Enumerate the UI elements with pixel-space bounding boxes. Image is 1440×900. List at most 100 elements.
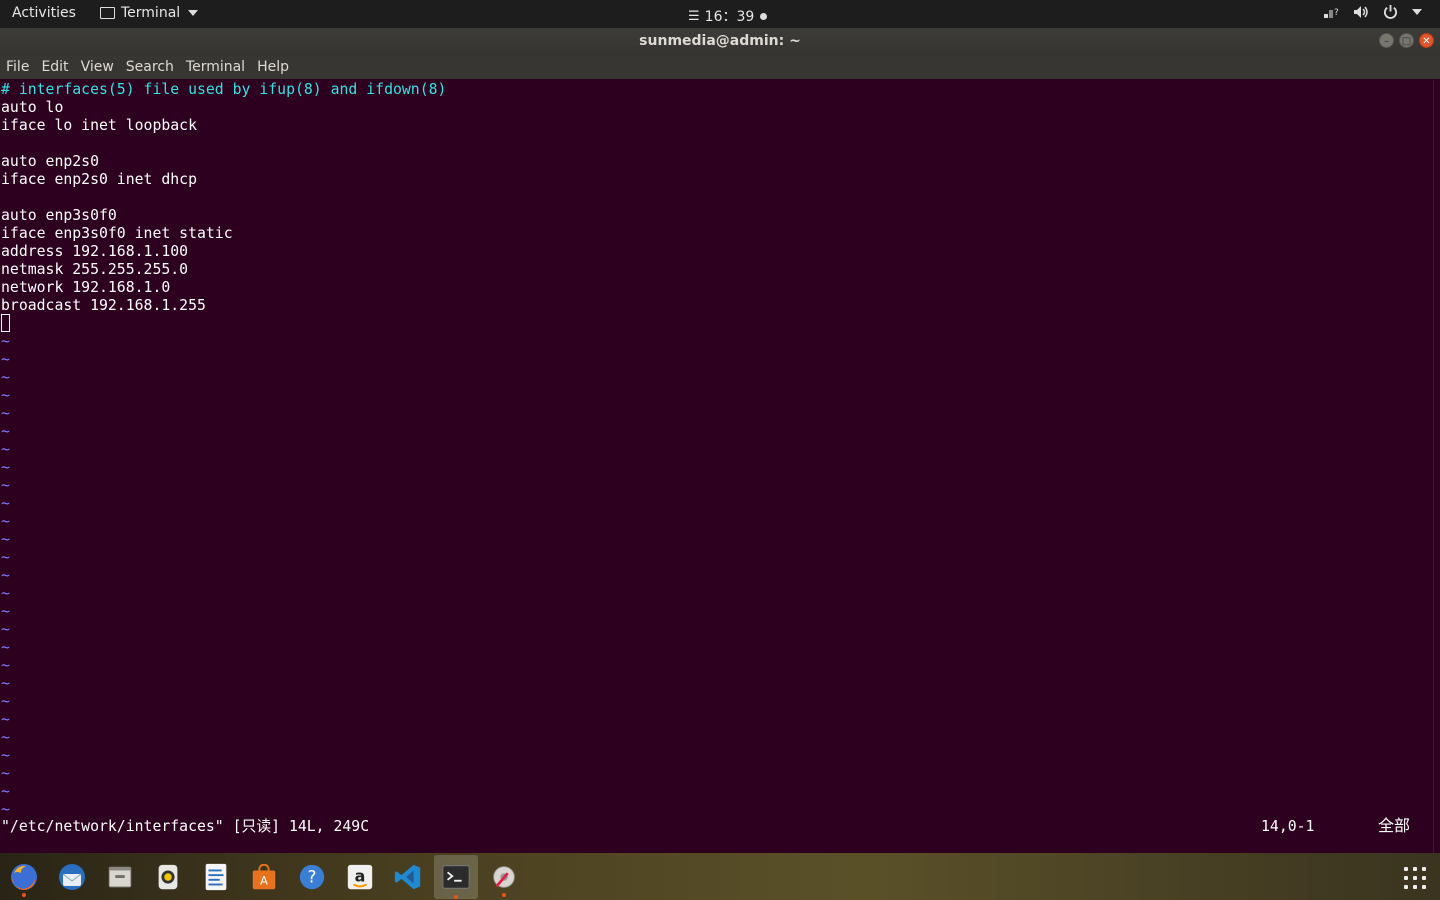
chevron-down-icon xyxy=(1412,8,1422,15)
text-cursor xyxy=(1,314,10,332)
editor-line: address 192.168.1.100 xyxy=(1,243,189,260)
dock-amazon[interactable]: a xyxy=(340,857,380,897)
empty-line-marker: ~ xyxy=(1,423,10,440)
terminal-scrollbar[interactable] xyxy=(1433,80,1440,853)
empty-line-marker: ~ xyxy=(1,783,10,800)
window-titlebar[interactable]: sunmedia@admin: ~ – □ ✕ xyxy=(0,28,1440,56)
dock-rhythmbox[interactable] xyxy=(148,857,188,897)
power-icon xyxy=(1383,4,1398,19)
editor-line: netmask 255.255.255.0 xyxy=(1,261,189,278)
empty-line-marker: ~ xyxy=(1,333,10,350)
clock-button[interactable]: ☰ 16：39 xyxy=(688,6,768,26)
empty-line-marker: ~ xyxy=(1,639,10,656)
network-icon: ? xyxy=(1324,8,1339,18)
status-file-info: "/etc/network/interfaces" [只读] 14L, 249C xyxy=(1,818,370,835)
editor-line: auto lo xyxy=(1,99,64,116)
editor-line: broadcast 192.168.1.255 xyxy=(1,297,206,314)
dock-settings[interactable] xyxy=(484,857,524,897)
window-controls: – □ ✕ xyxy=(1379,33,1434,48)
top-bar: Activities Terminal ☰ 16：39 ? xyxy=(0,0,1440,28)
empty-line-marker: ~ xyxy=(1,711,10,728)
dock-firefox[interactable] xyxy=(4,857,44,897)
thunderbird-icon xyxy=(59,864,85,890)
minimize-button[interactable]: – xyxy=(1379,33,1394,48)
empty-line-marker: ~ xyxy=(1,549,10,566)
editor-line: iface enp3s0f0 inet static xyxy=(1,225,233,242)
files-icon xyxy=(108,866,132,888)
empty-line-marker: ~ xyxy=(1,405,10,422)
system-tray[interactable]: ? xyxy=(1323,4,1422,19)
svg-text:a: a xyxy=(355,867,366,886)
help-icon: ? xyxy=(299,864,325,890)
rhythmbox-icon xyxy=(158,864,178,890)
amazon-icon: a xyxy=(347,864,373,890)
empty-line-marker: ~ xyxy=(1,747,10,764)
empty-line-marker: ~ xyxy=(1,765,10,782)
empty-line-marker: ~ xyxy=(1,729,10,746)
terminal-icon xyxy=(100,7,115,19)
app-menu-button[interactable]: Terminal xyxy=(100,5,199,21)
editor-comment-line: # interfaces(5) file used by ifup(8) and… xyxy=(1,81,447,98)
menu-file[interactable]: File xyxy=(6,56,35,79)
terminal-area[interactable]: # interfaces(5) file used by ifup(8) and… xyxy=(0,80,1434,853)
empty-line-marker: ~ xyxy=(1,513,10,530)
editor-line: iface lo inet loopback xyxy=(1,117,197,134)
empty-line-marker: ~ xyxy=(1,351,10,368)
dock-vscode[interactable] xyxy=(388,857,428,897)
app-grid-icon xyxy=(1404,867,1408,871)
svg-text:?: ? xyxy=(1334,8,1339,18)
vscode-icon xyxy=(394,864,421,890)
empty-line-marker: ~ xyxy=(1,387,10,404)
running-indicator-icon xyxy=(454,895,458,899)
menu-terminal[interactable]: Terminal xyxy=(186,56,251,79)
dock: A ? a xyxy=(0,853,1440,900)
running-indicator-icon xyxy=(502,893,506,897)
firefox-icon xyxy=(11,864,37,890)
dock-terminal[interactable] xyxy=(434,855,478,899)
empty-line-marker: ~ xyxy=(1,621,10,638)
app-menu-label: Terminal xyxy=(121,5,181,21)
empty-line-marker: ~ xyxy=(1,477,10,494)
menu-search[interactable]: Search xyxy=(126,56,180,79)
running-indicator-icon xyxy=(22,893,26,897)
empty-line-marker: ~ xyxy=(1,495,10,512)
empty-line-marker: ~ xyxy=(1,657,10,674)
menu-help[interactable]: Help xyxy=(257,56,295,79)
terminal-icon xyxy=(442,865,470,889)
show-applications-button[interactable] xyxy=(1404,867,1426,889)
menu-edit[interactable]: Edit xyxy=(41,56,74,79)
empty-line-marker: ~ xyxy=(1,369,10,386)
editor-line: auto enp2s0 xyxy=(1,153,99,170)
writer-icon xyxy=(205,863,227,891)
empty-line-marker: ~ xyxy=(1,603,10,620)
chevron-down-icon xyxy=(188,10,199,16)
notification-dot-icon xyxy=(760,12,768,20)
dock-help[interactable]: ? xyxy=(292,857,332,897)
status-scroll-indicator: 全部 xyxy=(1378,816,1411,835)
empty-line-marker: ~ xyxy=(1,567,10,584)
maximize-button[interactable]: □ xyxy=(1399,33,1414,48)
menu-bar: File Edit View Search Terminal Help xyxy=(0,56,1440,79)
volume-icon xyxy=(1354,5,1368,18)
empty-line-marker: ~ xyxy=(1,675,10,692)
menu-view[interactable]: View xyxy=(81,56,120,79)
status-cursor-position: 14,0-1 xyxy=(1261,818,1315,835)
software-icon: A xyxy=(252,863,276,890)
editor-line: network 192.168.1.0 xyxy=(1,279,171,296)
empty-line-marker: ~ xyxy=(1,801,10,818)
clock-label: 16：39 xyxy=(704,9,755,25)
dock-software[interactable]: A xyxy=(244,857,284,897)
dock-writer[interactable] xyxy=(196,857,236,897)
editor-line: iface enp2s0 inet dhcp xyxy=(1,171,197,188)
activities-button[interactable]: Activities xyxy=(12,5,76,21)
empty-line-marker: ~ xyxy=(1,585,10,602)
dock-thunderbird[interactable] xyxy=(52,857,92,897)
empty-line-marker: ~ xyxy=(1,693,10,710)
close-button[interactable]: ✕ xyxy=(1419,33,1434,48)
dock-files[interactable] xyxy=(100,857,140,897)
svg-text:?: ? xyxy=(308,867,317,887)
empty-line-marker: ~ xyxy=(1,459,10,476)
notification-icon: ☰ xyxy=(688,8,700,24)
empty-line-marker: ~ xyxy=(1,531,10,548)
window-title: sunmedia@admin: ~ xyxy=(639,33,801,49)
